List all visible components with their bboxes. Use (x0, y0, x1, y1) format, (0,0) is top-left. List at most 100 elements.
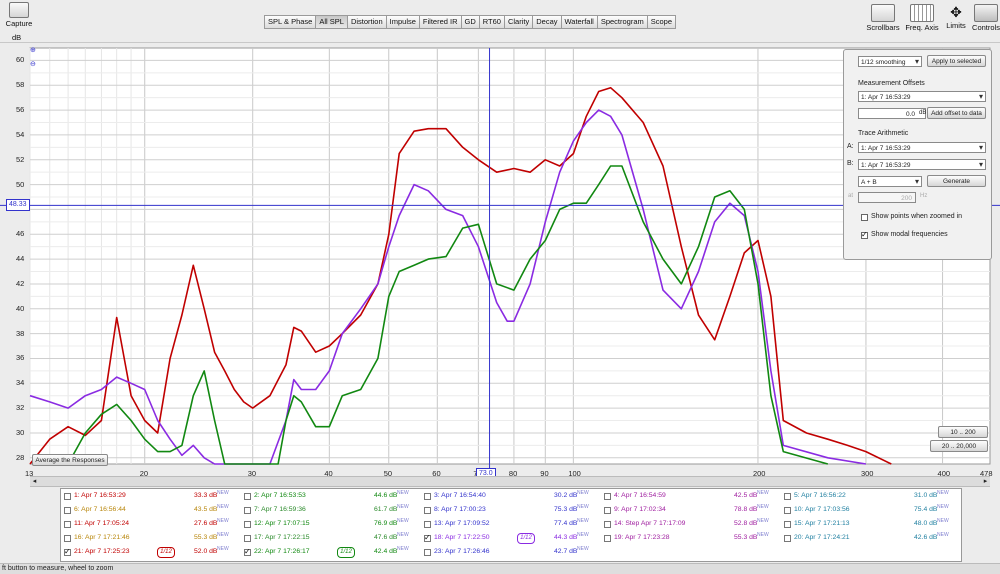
legend-item[interactable]: 9: Apr 7 17:02:34 78.8 dB NEW (601, 504, 781, 518)
legend-visibility-checkbox[interactable] (64, 547, 71, 556)
legend-visibility-checkbox[interactable] (244, 547, 251, 556)
arith-operation-select[interactable]: A + B (858, 176, 922, 187)
trace-b-select[interactable]: 1: Apr 7 16:53:29 (858, 159, 986, 170)
zoom-out-icon[interactable]: ⊖ (30, 60, 36, 68)
legend-measurement-name[interactable]: 16: Apr 7 17:21:46 (74, 534, 130, 541)
legend-measurement-name[interactable]: 2: Apr 7 16:53:53 (254, 492, 306, 499)
legend-measurement-name[interactable]: 22: Apr 7 17:26:17 (254, 548, 310, 555)
at-frequency-input[interactable]: 200 (858, 192, 916, 203)
legend-measurement-name[interactable]: 18: Apr 7 17:22:50 (434, 534, 490, 541)
legend-visibility-checkbox[interactable] (424, 521, 431, 528)
legend-measurement-name[interactable]: 14: Step Apr 7 17:17:09 (614, 520, 685, 527)
legend-visibility-checkbox[interactable] (784, 521, 791, 528)
legend-item[interactable]: 6: Apr 7 16:56:44 43.5 dB NEW (61, 504, 241, 518)
legend-measurement-name[interactable]: 8: Apr 7 17:00:23 (434, 506, 486, 513)
legend-item[interactable]: 7: Apr 7 16:59:36 61.7 dB NEW (241, 504, 421, 518)
horizontal-scrollbar[interactable]: ◂ ▸ (30, 476, 990, 487)
tab-filtered-ir[interactable]: Filtered IR (418, 15, 461, 29)
legend-visibility-checkbox[interactable] (784, 507, 791, 514)
legend-measurement-name[interactable]: 1: Apr 7 16:53:29 (74, 492, 126, 499)
legend-visibility-checkbox[interactable] (64, 521, 71, 528)
legend-visibility-checkbox[interactable] (244, 521, 251, 528)
legend-measurement-name[interactable]: 4: Apr 7 16:54:59 (614, 492, 666, 499)
legend-measurement-name[interactable]: 15: Apr 7 17:21:13 (794, 520, 850, 527)
legend-item[interactable]: 13: Apr 7 17:09:52 77.4 dB NEW (421, 518, 601, 532)
legend-measurement-name[interactable]: 23: Apr 7 17:26:46 (434, 548, 490, 555)
freq-axis-button[interactable]: Freq. Axis (904, 4, 940, 32)
legend-item[interactable]: 12: Apr 7 17:07:15 76.9 dB NEW (241, 518, 421, 532)
scroll-left-icon[interactable]: ◂ (30, 477, 39, 486)
legend-visibility-checkbox[interactable] (784, 493, 791, 500)
legend-item[interactable]: 15: Apr 7 17:21:13 48.0 dB NEW (781, 518, 961, 532)
legend-measurement-name[interactable]: 3: Apr 7 16:54:40 (434, 492, 486, 499)
tab-scope[interactable]: Scope (646, 15, 677, 29)
legend-item[interactable]: 5: Apr 7 16:56:22 31.0 dB NEW (781, 490, 961, 504)
legend-visibility-checkbox[interactable] (604, 507, 611, 514)
legend-visibility-checkbox[interactable] (424, 493, 431, 500)
scrollbars-button[interactable]: Scrollbars (866, 4, 900, 32)
offset-measurement-select[interactable]: 1: Apr 7 16:53:29 (858, 91, 986, 102)
legend-visibility-checkbox[interactable] (64, 493, 71, 500)
legend-visibility-checkbox[interactable] (64, 507, 71, 514)
legend-visibility-checkbox[interactable] (784, 535, 791, 542)
tab-all-spl[interactable]: All SPL (315, 15, 347, 29)
trace-a-select[interactable]: 1: Apr 7 16:53:29 (858, 142, 986, 153)
tab-distortion[interactable]: Distortion (346, 15, 386, 29)
legend-visibility-checkbox[interactable] (604, 521, 611, 528)
legend-item[interactable]: 2: Apr 7 16:53:53 44.6 dB NEW (241, 490, 421, 504)
legend-measurement-name[interactable]: 10: Apr 7 17:03:56 (794, 506, 850, 513)
legend-measurement-name[interactable]: 17: Apr 7 17:22:15 (254, 534, 310, 541)
legend-item[interactable]: 16: Apr 7 17:21:46 55.3 dB NEW (61, 532, 241, 546)
legend-measurement-name[interactable]: 6: Apr 7 16:56:44 (74, 506, 126, 513)
legend-item[interactable]: 3: Apr 7 16:54:40 30.2 dB NEW (421, 490, 601, 504)
legend-item[interactable]: 14: Step Apr 7 17:17:09 52.8 dB NEW (601, 518, 781, 532)
range-10-200-button[interactable]: 10 .. 200 (938, 426, 988, 438)
tab-impulse[interactable]: Impulse (385, 15, 419, 29)
legend-measurement-name[interactable]: 19: Apr 7 17:23:28 (614, 534, 670, 541)
legend-visibility-checkbox[interactable] (244, 507, 251, 514)
legend-item[interactable]: 4: Apr 7 16:54:59 42.5 dB NEW (601, 490, 781, 504)
add-offset-button[interactable]: Add offset to data (927, 107, 986, 119)
legend-item[interactable]: 18: Apr 7 17:22:50 1/12 44.3 dBNEW (421, 532, 601, 546)
legend-measurement-name[interactable]: 20: Apr 7 17:24:21 (794, 534, 850, 541)
legend-item[interactable]: 22: Apr 7 17:26:17 1/12 42.4 dBNEW (241, 546, 421, 560)
tab-decay[interactable]: Decay (532, 15, 561, 29)
smoothing-select[interactable]: 1/12 smoothing (858, 56, 922, 67)
generate-button[interactable]: Generate (927, 175, 986, 187)
legend-measurement-name[interactable]: 12: Apr 7 17:07:15 (254, 520, 310, 527)
spl-graph[interactable]: 6058565452504846444240383634323028 13203… (0, 42, 1000, 487)
show-modal-checkbox[interactable] (861, 230, 868, 239)
apply-smoothing-button[interactable]: Apply to selected (927, 55, 986, 67)
legend-item[interactable]: 17: Apr 7 17:22:15 47.6 dB NEW (241, 532, 421, 546)
legend-visibility-checkbox[interactable] (64, 535, 71, 542)
legend-measurement-name[interactable]: 7: Apr 7 16:59:36 (254, 506, 306, 513)
tab-waterfall[interactable]: Waterfall (560, 15, 597, 29)
tab-spl-phase[interactable]: SPL & Phase (264, 15, 316, 29)
legend-visibility-checkbox[interactable] (424, 533, 431, 542)
legend-measurement-name[interactable]: 13: Apr 7 17:09:52 (434, 520, 490, 527)
tab-gd[interactable]: GD (460, 15, 479, 29)
legend-item[interactable]: 10: Apr 7 17:03:56 75.4 dB NEW (781, 504, 961, 518)
legend-measurement-name[interactable]: 5: Apr 7 16:56:22 (794, 492, 846, 499)
legend-visibility-checkbox[interactable] (244, 493, 251, 500)
tab-rt60[interactable]: RT60 (478, 15, 504, 29)
legend-visibility-checkbox[interactable] (424, 549, 431, 556)
legend-item[interactable]: 20: Apr 7 17:24:21 42.6 dB NEW (781, 532, 961, 546)
scroll-right-icon[interactable]: ▸ (981, 477, 990, 486)
average-responses-button[interactable]: Average the Responses (32, 454, 108, 466)
limits-button[interactable]: ✥ Limits (942, 4, 970, 30)
tab-spectrogram[interactable]: Spectrogram (596, 15, 647, 29)
tab-clarity[interactable]: Clarity (503, 15, 533, 29)
legend-item[interactable]: 21: Apr 7 17:25:23 1/12 52.0 dBNEW (61, 546, 241, 560)
capture-button[interactable]: Capture (2, 2, 36, 28)
controls-button[interactable]: Controls (972, 4, 1000, 32)
range-20-20000-button[interactable]: 20 .. 20,000 (930, 440, 988, 452)
legend-visibility-checkbox[interactable] (244, 535, 251, 542)
show-points-checkbox[interactable] (861, 214, 868, 221)
legend-item[interactable]: 23: Apr 7 17:26:46 42.7 dB NEW (421, 546, 601, 560)
legend-item[interactable]: 19: Apr 7 17:23:28 55.3 dB NEW (601, 532, 781, 546)
legend-visibility-checkbox[interactable] (604, 535, 611, 542)
legend-item[interactable]: 8: Apr 7 17:00:23 75.3 dB NEW (421, 504, 601, 518)
legend-item[interactable]: 11: Apr 7 17:05:24 27.6 dB NEW (61, 518, 241, 532)
legend-measurement-name[interactable]: 9: Apr 7 17:02:34 (614, 506, 666, 513)
